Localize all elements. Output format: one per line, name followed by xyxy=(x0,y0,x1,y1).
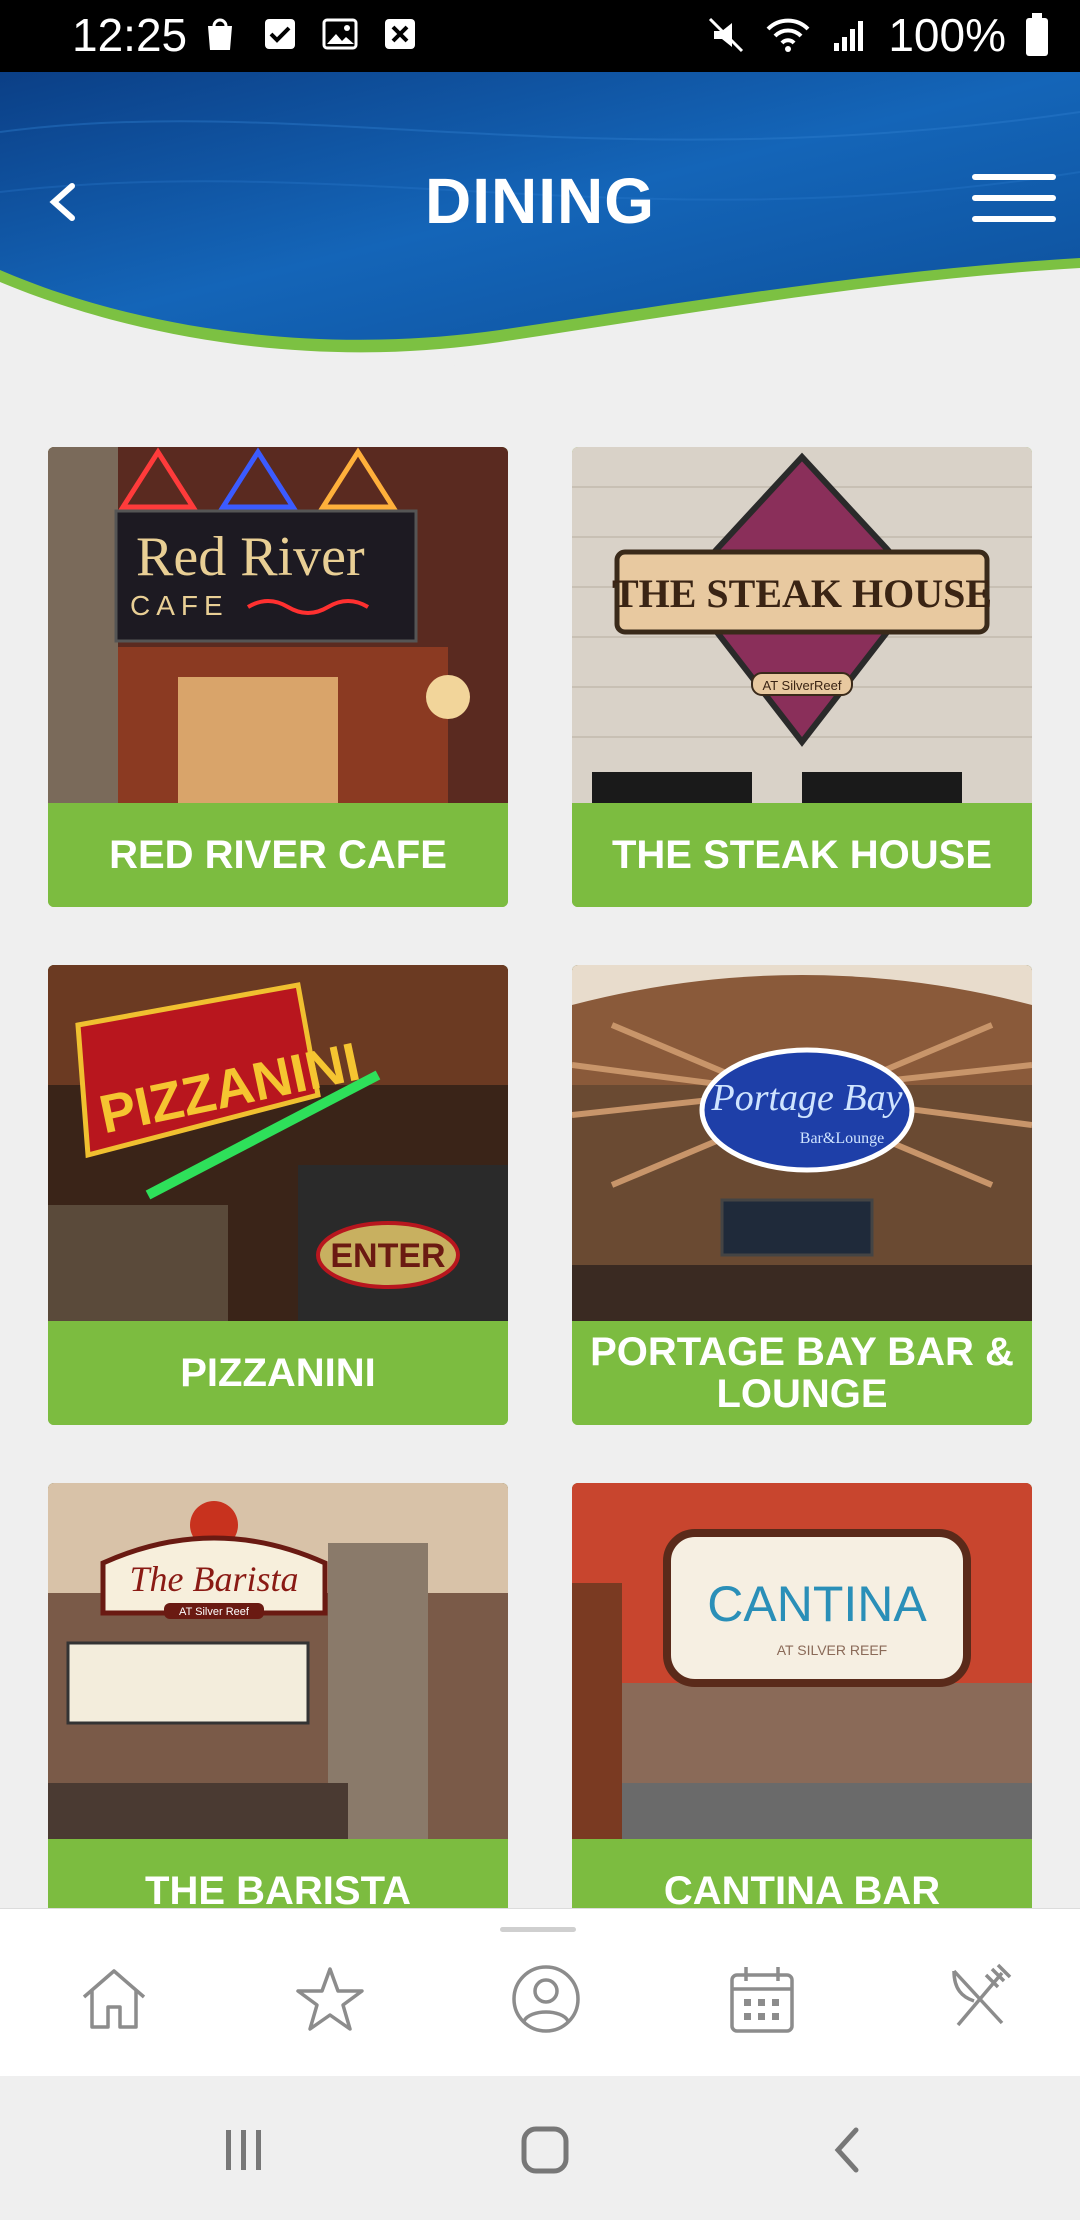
venue-label: PIZZANINI xyxy=(48,1321,508,1425)
calendar-icon[interactable] xyxy=(724,1961,800,2037)
system-navigation xyxy=(0,2076,1080,2220)
signal-icon xyxy=(834,21,864,51)
status-bar: 12:25 100% xyxy=(0,0,1080,72)
dining-utensils-icon[interactable] xyxy=(940,1961,1016,2037)
steak-house-sign-text: THE STEAK HOUSE xyxy=(612,571,992,616)
barista-sign-sub: AT Silver Reef xyxy=(179,1606,250,1618)
cantina-sign-text: CANTINA xyxy=(707,1576,927,1632)
profile-icon[interactable] xyxy=(508,1961,584,2037)
venue-label: THE STEAK HOUSE xyxy=(572,803,1032,907)
venue-card-barista[interactable]: The Barista AT Silver Reef THE BARISTA xyxy=(48,1483,508,1943)
pizzanini-photo: PIZZANINI ENTER xyxy=(48,965,508,1321)
battery-icon xyxy=(1026,13,1048,56)
venue-card-steak-house[interactable]: THE STEAK HOUSE AT SilverReef THE STEAK … xyxy=(572,447,1032,907)
cantina-sign-sub: AT SILVER REEF xyxy=(777,1642,887,1658)
pizzanini-sign-sub: ENTER xyxy=(330,1237,445,1275)
hamburger-menu-icon[interactable] xyxy=(972,168,1056,228)
drag-handle[interactable] xyxy=(500,1927,576,1932)
steak-house-photo: THE STEAK HOUSE AT SilverReef xyxy=(572,447,1032,803)
red-river-sign-sub: CAFE xyxy=(130,590,229,621)
portage-bay-sign-text: Portage Bay xyxy=(710,1077,902,1119)
notification-icons xyxy=(200,14,420,54)
portage-bay-sign-sub: Bar&Lounge xyxy=(800,1130,884,1147)
status-time: 12:25 xyxy=(72,9,188,61)
page-title: DINING xyxy=(425,165,655,237)
venue-label: RED RIVER CAFE xyxy=(48,803,508,907)
star-icon[interactable] xyxy=(292,1961,368,2037)
red-river-sign-text: Red River xyxy=(136,526,365,588)
portage-bay-photo: Portage Bay Bar&Lounge xyxy=(572,965,1032,1321)
home-button-icon[interactable] xyxy=(515,2120,575,2180)
image-icon xyxy=(322,18,358,50)
steak-house-sign-sub: AT SilverReef xyxy=(763,678,842,693)
red-river-cafe-photo: Red River CAFE xyxy=(48,447,508,803)
recent-apps-icon[interactable] xyxy=(214,2120,274,2180)
venue-card-pizzanini[interactable]: PIZZANINI ENTER PIZZANINI xyxy=(48,965,508,1425)
venue-card-red-river-cafe[interactable]: Red River CAFE RED RIVER CAFE xyxy=(48,447,508,907)
bottom-navigation xyxy=(0,1908,1080,2077)
venue-card-cantina[interactable]: CANTINA AT SILVER REEF CANTINA BAR xyxy=(572,1483,1032,1943)
battery-percent: 100% xyxy=(888,9,1006,61)
close-box-icon xyxy=(385,19,415,49)
venue-card-portage-bay[interactable]: Portage Bay Bar&Lounge PORTAGE BAY BAR &… xyxy=(572,965,1032,1425)
barista-photo: The Barista AT Silver Reef xyxy=(48,1483,508,1839)
cantina-photo: CANTINA AT SILVER REEF xyxy=(572,1483,1032,1839)
checkbox-icon xyxy=(265,19,295,49)
home-icon[interactable] xyxy=(76,1961,152,2037)
app-header: DINING xyxy=(0,72,1080,382)
shopping-bag-icon xyxy=(208,18,232,50)
venue-label: PORTAGE BAY BAR & LOUNGE xyxy=(572,1321,1032,1425)
barista-sign-text: The Barista xyxy=(129,1559,298,1599)
mute-icon xyxy=(709,17,744,53)
status-right: 100% xyxy=(706,8,1050,62)
back-icon[interactable] xyxy=(818,2120,878,2180)
wifi-icon xyxy=(766,18,810,52)
